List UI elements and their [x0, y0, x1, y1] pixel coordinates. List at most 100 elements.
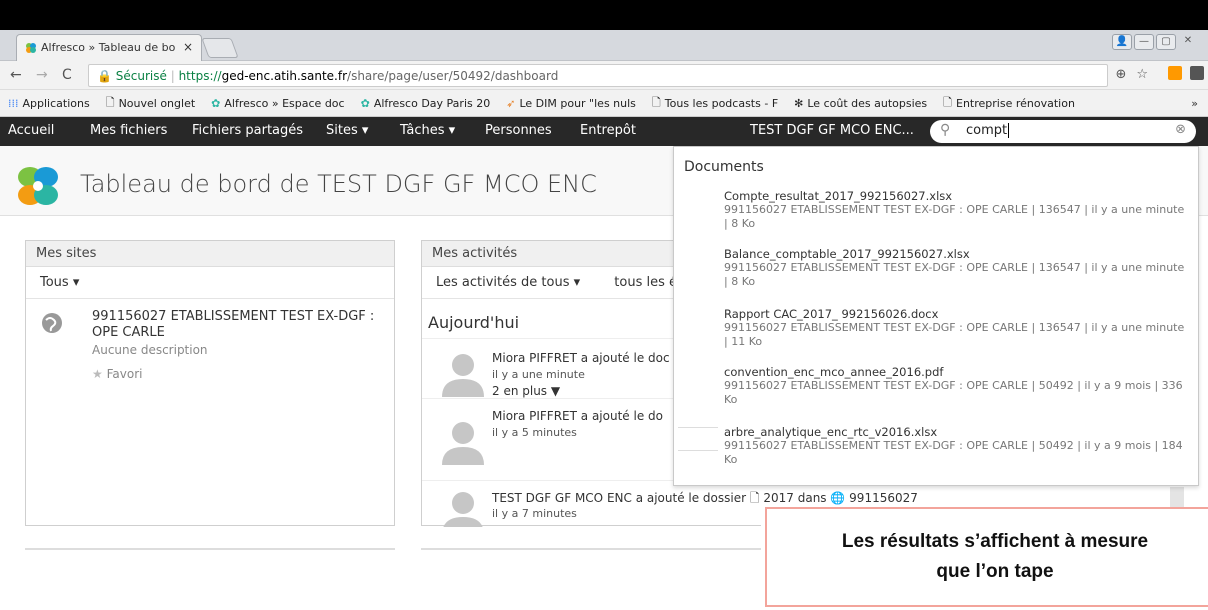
alfresco-icon: ✿ [211, 96, 221, 110]
nav-entrepot[interactable]: Entrepôt [580, 123, 636, 138]
panel-title: Mes sites [26, 241, 394, 267]
nav-accueil[interactable]: Accueil [8, 123, 54, 138]
alfresco-logo-icon [12, 162, 64, 210]
bookmark-applications[interactable]: ⁞⁞⁞ Applications [8, 97, 90, 110]
favorite-toggle[interactable]: ★ Favori [92, 367, 394, 381]
result-name: arbre_analytique_enc_rtc_v2016.xlsx [724, 425, 938, 439]
site-name-link[interactable]: 991156027 ETABLISSEMENT TEST EX-DGF : OP… [92, 309, 394, 341]
bookmark-autopsies[interactable]: ✻ Le coût des autopsies [794, 97, 927, 110]
secure-label: Sécurisé [115, 69, 167, 83]
globe-icon [40, 311, 64, 339]
bookmark-podcasts[interactable]: 🗋 Tous les podcasts - F [652, 94, 778, 113]
lock-icon: 🔒 [97, 69, 112, 83]
url-protocol: https:// [178, 69, 222, 83]
bookmark-nouvel-onglet[interactable]: 🗋 Nouvel onglet [106, 94, 195, 113]
result-meta: 991156027 ETABLISSEMENT TEST EX-DGF : OP… [724, 261, 1185, 288]
site-item: 991156027 ETABLISSEMENT TEST EX-DGF : OP… [26, 299, 394, 381]
bookmarks-bar: ⁞⁞⁞ Applications 🗋 Nouvel onglet ✿ Alfresco… [0, 90, 1208, 117]
back-arrow-icon[interactable]: ← [10, 67, 22, 83]
avatar-icon [440, 351, 486, 397]
folder-icon: 🗋 [749, 491, 760, 505]
divider [421, 548, 761, 550]
app-nav-bar: Accueil Mes fichiers Fichiers partagés S… [0, 117, 1208, 146]
spreadsheet-thumbnail-icon [678, 427, 718, 451]
result-meta: 991156027 ETABLISSEMENT TEST EX-DGF : OP… [724, 321, 1185, 348]
apps-grid-icon: ⁞⁞⁞ [8, 96, 19, 110]
annotation-callout: Les résultats s’affichent à mesure que l… [765, 507, 1208, 607]
avatar-icon [440, 489, 486, 535]
user-menu[interactable]: TEST DGF GF MCO ENC... [750, 123, 914, 138]
star-icon: ★ [92, 367, 103, 381]
result-meta: 991156027 ETABLISSEMENT TEST EX-DGF : OP… [724, 439, 1183, 466]
url-host: ged-enc.atih.sante.fr [221, 69, 348, 83]
tab-close-icon[interactable]: × [183, 40, 193, 54]
page-icon: 🗋 [943, 95, 952, 109]
result-name: convention_enc_mco_annee_2016.pdf [724, 365, 944, 379]
search-result-item[interactable]: Rapport CAC_2017_ 992156026.docx 9911560… [724, 307, 1190, 349]
maximize-icon[interactable]: ▢ [1156, 34, 1176, 50]
callout-line-2: que l’on tape [936, 561, 1054, 582]
divider [25, 548, 395, 550]
address-bar: ← → C 🔒 Sécurisé | https://ged-enc.atih.… [0, 61, 1208, 90]
alfresco-icon: ✿ [360, 96, 370, 110]
sites-filter-dropdown[interactable]: Tous ▾ [26, 267, 394, 299]
extension-icon[interactable] [1190, 66, 1204, 80]
bookmarks-more[interactable]: » [1191, 97, 1198, 110]
minimize-icon[interactable]: — [1134, 34, 1154, 50]
result-name: Compte_resultat_2017_992156027.xlsx [724, 189, 953, 203]
browser-tab[interactable]: Alfresco » Tableau de bo × [16, 34, 202, 61]
browser-tab-title: Alfresco » Tableau de bo [41, 41, 176, 54]
page-icon: 🗋 [105, 95, 115, 109]
zoom-icon[interactable]: ⊕ [1115, 67, 1126, 82]
nav-taches[interactable]: Tâches ▾ [400, 123, 455, 138]
activities-range-dropdown[interactable]: tous les é [614, 275, 677, 290]
user-icon[interactable]: 👤 [1112, 34, 1132, 50]
nav-sites[interactable]: Sites ▾ [326, 123, 368, 138]
star-icon[interactable]: ☆ [1136, 67, 1148, 82]
result-meta: 991156027 ETABLISSEMENT TEST EX-DGF : OP… [724, 203, 1185, 230]
search-result-item[interactable]: convention_enc_mco_annee_2016.pdf 991156… [724, 365, 1190, 407]
top-black-bar [0, 0, 1208, 30]
rss-icon[interactable] [1168, 66, 1182, 80]
bookmark-dim[interactable]: ➶ Le DIM pour "les nuls [506, 97, 636, 110]
search-result-item[interactable]: Compte_resultat_2017_992156027.xlsx 9911… [724, 189, 1190, 231]
nav-personnes[interactable]: Personnes [485, 123, 552, 138]
result-meta: 991156027 ETABLISSEMENT TEST EX-DGF : OP… [724, 379, 1183, 406]
search-icon: ⚲ [940, 122, 951, 138]
nav-fichiers-partages[interactable]: Fichiers partagés [192, 123, 303, 138]
clear-search-icon[interactable]: ⊗ [1175, 122, 1186, 137]
bookmark-alfresco-day[interactable]: ✿ Alfresco Day Paris 20 [361, 97, 491, 110]
my-sites-panel: Mes sites Tous ▾ 991156027 ETABLISSEMENT… [25, 240, 395, 526]
page-icon: 🗋 [651, 95, 661, 109]
reload-icon[interactable]: C [62, 67, 72, 83]
search-result-item[interactable]: Balance_comptable_2017_992156027.xlsx 99… [724, 247, 1190, 289]
activities-filter-dropdown[interactable]: Les activités de tous ▾ [436, 275, 580, 290]
bookmark-renovation[interactable]: 🗋 Entreprise rénovation [943, 94, 1075, 113]
page-title: Tableau de bord de TEST DGF GF MCO ENC [80, 170, 597, 198]
result-name: Rapport CAC_2017_ 992156026.docx [724, 307, 939, 321]
browser-tab-bar: Alfresco » Tableau de bo × 👤 — ▢ ✕ [0, 30, 1208, 61]
nav-mes-fichiers[interactable]: Mes fichiers [90, 123, 167, 138]
window-controls: 👤 — ▢ ✕ [1112, 34, 1198, 50]
forward-arrow-icon[interactable]: → [36, 67, 48, 83]
result-name: Balance_comptable_2017_992156027.xlsx [724, 247, 970, 261]
url-path: /share/page/user/50492/dashboard [347, 69, 559, 83]
close-window-icon[interactable]: ✕ [1178, 34, 1198, 50]
new-tab-button[interactable] [201, 38, 239, 58]
search-results-dropdown: Documents Compte_resultat_2017_992156027… [673, 146, 1199, 486]
url-field[interactable]: 🔒 Sécurisé | https://ged-enc.atih.sante.… [88, 64, 1108, 87]
search-result-item[interactable]: arbre_analytique_enc_rtc_v2016.xlsx 9911… [678, 425, 1190, 467]
globe-icon: 🌐 [830, 491, 846, 505]
search-input[interactable]: ⚲ compt ⊗ [930, 120, 1196, 143]
search-value: compt [966, 123, 1008, 138]
avatar-icon [440, 419, 486, 465]
activity-time: il y a 7 minutes [492, 507, 577, 520]
bookmark-alfresco-espace[interactable]: ✿ Alfresco » Espace doc [211, 97, 344, 110]
alfresco-icon [25, 42, 37, 57]
bird-icon: ➶ [506, 96, 516, 110]
bug-icon: ✻ [794, 96, 804, 110]
results-section-title: Documents [684, 159, 764, 175]
site-description: Aucune description [92, 343, 208, 357]
url-actions: ⊕ ☆ [1115, 67, 1148, 82]
callout-line-1: Les résultats s’affichent à mesure [841, 531, 1149, 552]
